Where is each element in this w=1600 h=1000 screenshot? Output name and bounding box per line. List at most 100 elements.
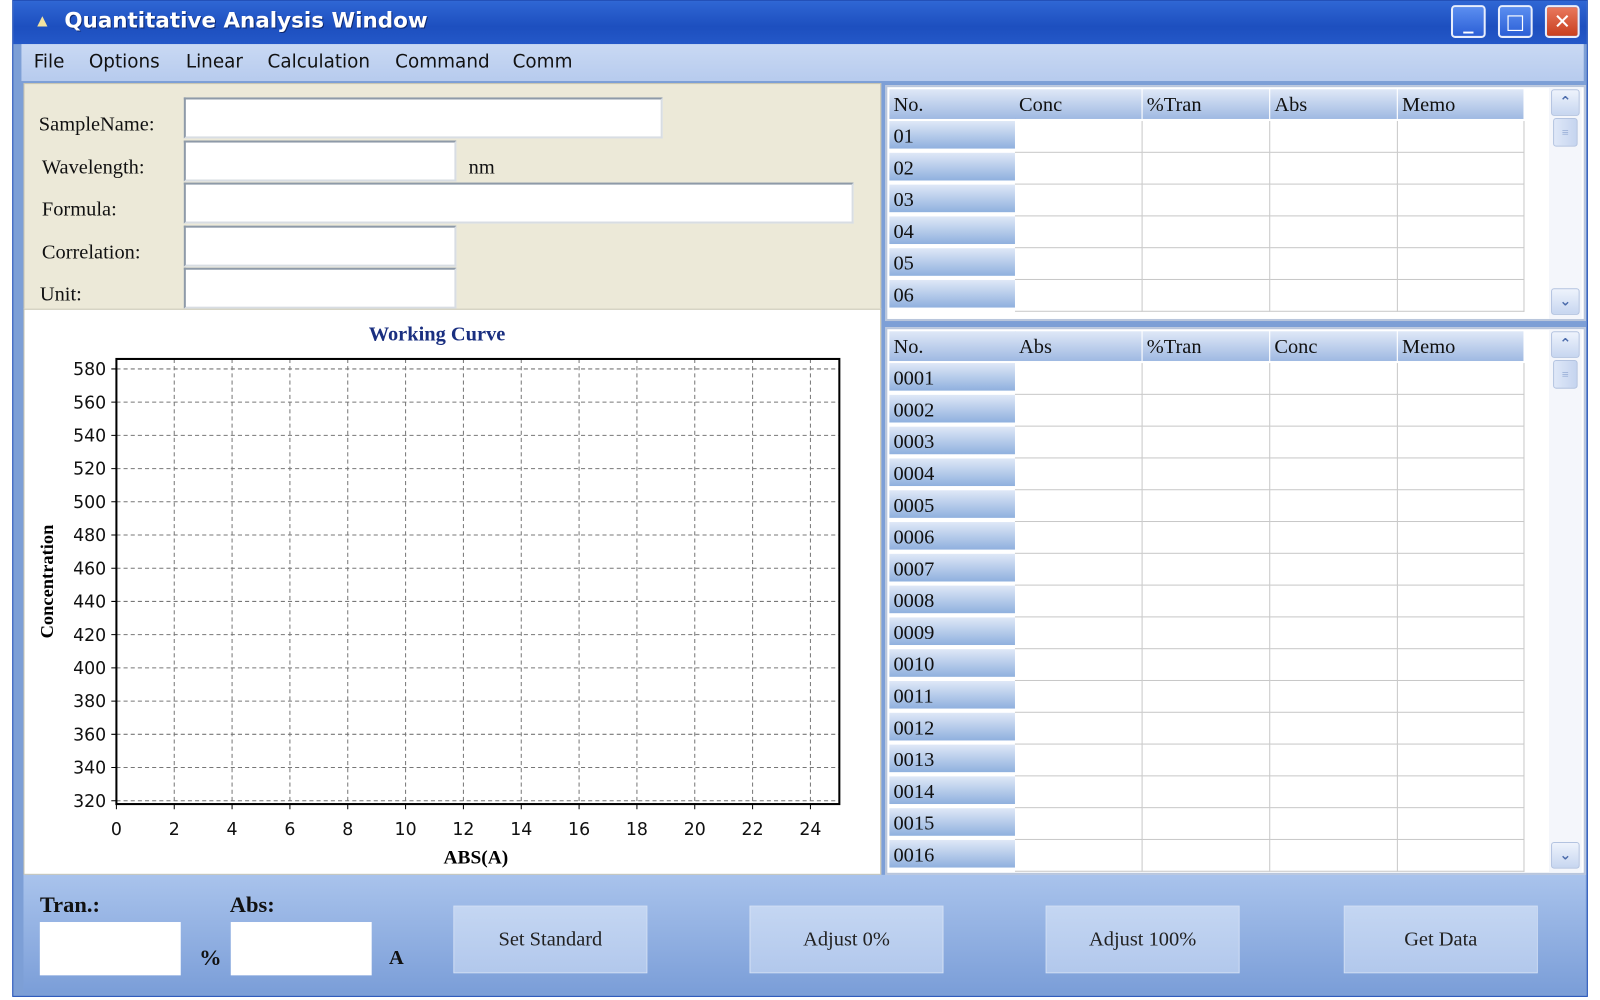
- table-cell[interactable]: [1397, 458, 1525, 491]
- row-header[interactable]: 05: [889, 248, 1015, 278]
- row-header[interactable]: 0016: [889, 839, 1015, 870]
- menu-comm[interactable]: Comm: [513, 51, 573, 73]
- table-cell[interactable]: [1270, 279, 1398, 312]
- maximize-button[interactable]: □: [1497, 5, 1533, 38]
- table-cell[interactable]: [1397, 394, 1525, 427]
- row-header[interactable]: 0006: [889, 522, 1015, 552]
- menu-calculation[interactable]: Calculation: [268, 51, 371, 73]
- table-cell[interactable]: [1270, 808, 1398, 840]
- table-cell[interactable]: [1397, 426, 1525, 459]
- row-header[interactable]: 03: [889, 184, 1015, 215]
- table-cell[interactable]: [1014, 426, 1143, 459]
- row-header[interactable]: 0009: [889, 617, 1015, 648]
- scroll-down-button[interactable]: ⌄: [1551, 842, 1580, 869]
- table-cell[interactable]: [1270, 363, 1398, 395]
- column-header-tran[interactable]: %Tran: [1142, 331, 1271, 362]
- scroll-up-button[interactable]: ⌃: [1551, 331, 1580, 358]
- scroll-down-button[interactable]: ⌄: [1551, 288, 1580, 315]
- table-cell[interactable]: [1397, 216, 1525, 249]
- table-cell[interactable]: [1014, 248, 1143, 280]
- sample-name-input[interactable]: [183, 97, 663, 139]
- table-cell[interactable]: [1142, 522, 1271, 554]
- table-cell[interactable]: [1142, 649, 1271, 681]
- table-cell[interactable]: [1270, 649, 1398, 681]
- vertical-scrollbar[interactable]: ⌃ ≡ ⌄: [1549, 329, 1582, 873]
- formula-input[interactable]: [183, 182, 854, 224]
- column-header-abs[interactable]: Abs: [1270, 89, 1398, 119]
- table-cell[interactable]: [1142, 585, 1271, 618]
- adjust-0-button[interactable]: Adjust 0%: [749, 905, 944, 974]
- row-header[interactable]: 0008: [889, 585, 1015, 616]
- table-cell[interactable]: [1270, 585, 1398, 618]
- table-cell[interactable]: [1142, 121, 1271, 153]
- table-cell[interactable]: [1014, 553, 1143, 586]
- get-data-button[interactable]: Get Data: [1343, 905, 1538, 974]
- table-cell[interactable]: [1270, 617, 1398, 650]
- table-cell[interactable]: [1270, 712, 1398, 745]
- row-header[interactable]: 0012: [889, 712, 1015, 743]
- table-cell[interactable]: [1397, 248, 1525, 280]
- table-cell[interactable]: [1397, 279, 1525, 312]
- tran-input[interactable]: [39, 922, 181, 976]
- table-cell[interactable]: [1142, 279, 1271, 312]
- table-cell[interactable]: [1142, 216, 1271, 249]
- table-cell[interactable]: [1014, 216, 1143, 249]
- table-cell[interactable]: [1142, 426, 1271, 459]
- table-cell[interactable]: [1270, 426, 1398, 459]
- table-cell[interactable]: [1142, 152, 1271, 185]
- correlation-input[interactable]: [183, 225, 457, 267]
- title-bar[interactable]: ▲ Quantitative Analysis Window _ □ ✕: [13, 1, 1587, 45]
- close-button[interactable]: ✕: [1544, 5, 1580, 38]
- table-cell[interactable]: [1014, 839, 1143, 872]
- table-cell[interactable]: [1014, 184, 1143, 217]
- table-cell[interactable]: [1014, 458, 1143, 491]
- table-cell[interactable]: [1142, 363, 1271, 395]
- table-cell[interactable]: [1014, 394, 1143, 427]
- adjust-100-button[interactable]: Adjust 100%: [1045, 905, 1240, 974]
- table-cell[interactable]: [1397, 121, 1525, 153]
- wavelength-input[interactable]: [183, 140, 457, 182]
- table-cell[interactable]: [1142, 744, 1271, 777]
- table-cell[interactable]: [1142, 680, 1271, 713]
- table-cell[interactable]: [1397, 680, 1525, 713]
- table-cell[interactable]: [1014, 776, 1143, 809]
- table-cell[interactable]: [1270, 839, 1398, 872]
- column-header-conc[interactable]: Conc: [1014, 89, 1143, 119]
- menu-command[interactable]: Command: [395, 51, 489, 73]
- set-standard-button[interactable]: Set Standard: [453, 905, 648, 974]
- table-cell[interactable]: [1270, 458, 1398, 491]
- table-cell[interactable]: [1270, 680, 1398, 713]
- row-header[interactable]: 0011: [889, 680, 1015, 711]
- table-cell[interactable]: [1014, 585, 1143, 618]
- unit-input[interactable]: [183, 267, 457, 309]
- table-cell[interactable]: [1014, 490, 1143, 523]
- table-cell[interactable]: [1397, 585, 1525, 618]
- table-cell[interactable]: [1397, 808, 1525, 840]
- minimize-button[interactable]: _: [1450, 5, 1486, 38]
- scroll-thumb[interactable]: ≡: [1553, 359, 1578, 389]
- table-cell[interactable]: [1014, 522, 1143, 554]
- table-cell[interactable]: [1142, 184, 1271, 217]
- table-cell[interactable]: [1397, 649, 1525, 681]
- table-cell[interactable]: [1397, 776, 1525, 809]
- table-cell[interactable]: [1270, 248, 1398, 280]
- table-cell[interactable]: [1397, 553, 1525, 586]
- column-header-tran[interactable]: %Tran: [1142, 89, 1271, 119]
- table-cell[interactable]: [1270, 121, 1398, 153]
- table-cell[interactable]: [1014, 808, 1143, 840]
- table-cell[interactable]: [1270, 184, 1398, 217]
- table-cell[interactable]: [1397, 363, 1525, 395]
- column-header-memo[interactable]: Memo: [1397, 331, 1525, 362]
- row-header[interactable]: 0007: [889, 553, 1015, 584]
- row-header[interactable]: 0002: [889, 394, 1015, 425]
- table-cell[interactable]: [1142, 776, 1271, 809]
- row-header[interactable]: 02: [889, 152, 1015, 183]
- column-header-no[interactable]: No.: [889, 331, 1018, 362]
- table-cell[interactable]: [1014, 279, 1143, 312]
- menu-options[interactable]: Options: [89, 51, 160, 73]
- menu-file[interactable]: File: [34, 51, 65, 73]
- vertical-scrollbar[interactable]: ⌃ ≡ ⌄: [1549, 87, 1582, 319]
- table-cell[interactable]: [1270, 490, 1398, 523]
- row-header[interactable]: 0001: [889, 363, 1015, 393]
- scroll-thumb[interactable]: ≡: [1553, 117, 1578, 147]
